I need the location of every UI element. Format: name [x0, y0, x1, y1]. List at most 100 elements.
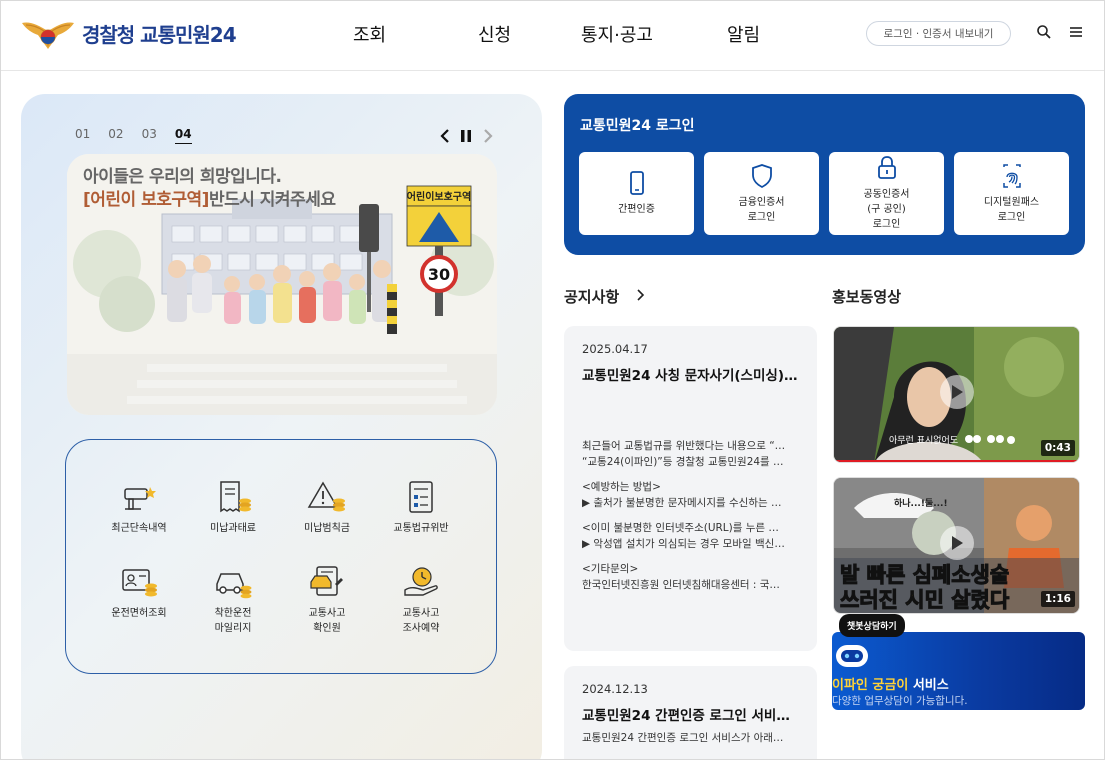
- nav-item-inquiry[interactable]: 조회: [353, 21, 386, 47]
- robot-icon: [836, 645, 868, 667]
- accident-certificate-icon: [310, 566, 343, 596]
- quick-menu-label: 교통사고 조사예약: [402, 608, 440, 634]
- play-icon[interactable]: [940, 526, 974, 560]
- quick-menu-safe-driving-mileage[interactable]: 착한운전 마일리지: [185, 564, 281, 636]
- promo-video-2[interactable]: 하나...!둘...! 발 빠른 심폐소생술 쓰러진 시민 살렸다 1:16: [833, 477, 1080, 614]
- shield-icon: [751, 163, 772, 188]
- notice-body-line: <기타문의>: [582, 563, 639, 575]
- notice-card[interactable]: 2025.04.17 교통민원24 사칭 문자사기(스미싱) 주의 안내 최근들…: [564, 326, 817, 651]
- quick-menu-license-inquiry[interactable]: 운전면허조회: [91, 564, 187, 621]
- joint-cert-login-button[interactable]: 공동인증서 (구 공인) 로그인: [829, 152, 944, 235]
- logo-main-text: 경찰청: [82, 22, 135, 47]
- car-coins-icon: [216, 573, 252, 599]
- chatbot-title-rest: 서비스: [908, 678, 949, 693]
- video-duration: 1:16: [1040, 591, 1075, 607]
- notice-body-line: ▶ 출처가 불분명한 문자메시지를 수신하는 …: [582, 497, 782, 509]
- notice-card[interactable]: 2024.12.13 교통민원24 간편인증 로그인 서비스 안내 교통민원24…: [564, 666, 817, 759]
- search-icon[interactable]: [1036, 24, 1052, 40]
- police-emblem-icon: [22, 22, 74, 49]
- quick-menu-label: 최근단속내역: [111, 523, 167, 534]
- play-triangle-icon: [952, 385, 963, 399]
- quick-menu-label: 미납과태료: [210, 523, 256, 534]
- video-title-line1: 발 빠른 심폐소생술: [840, 563, 1009, 587]
- notice-title: 교통민원24 사칭 문자사기(스미싱) 주의 안내: [582, 368, 799, 384]
- video-title-line2: 쓰러진 시민 살렸다: [840, 588, 1010, 612]
- mobile-phone-icon: [629, 171, 644, 195]
- fingerprint-icon: [1002, 163, 1021, 188]
- calendar-hand-icon: [404, 567, 438, 596]
- camera-enforcement-icon: [124, 487, 156, 510]
- quick-menu-label: 착한운전 마일리지: [214, 608, 252, 634]
- simple-auth-login-button[interactable]: 간편인증: [579, 152, 694, 235]
- chevron-left-icon[interactable]: [437, 127, 453, 145]
- slide-tabs: 01 02 03 04: [75, 127, 192, 144]
- site-logo[interactable]: 경찰청 교통민원24: [20, 15, 237, 51]
- login-button-label: 금융인증서 로그인: [738, 196, 785, 223]
- video-duration: 0:43: [1040, 440, 1075, 456]
- chatbot-title: 이파인 궁금이 서비스: [832, 674, 949, 693]
- notice-body-line: <예방하는 방법>: [582, 481, 661, 493]
- quick-menu-accident-certificate[interactable]: 교통사고 확인원: [279, 564, 375, 636]
- chatbot-bubble[interactable]: 챗봇상담하기: [839, 614, 905, 637]
- site-header: 경찰청 교통민원24 조회 신청 통지·공고 알림 로그인 · 인증서 내보내기: [1, 1, 1104, 71]
- banner-subline: [어린이 보호구역]반드시 지켜주세요: [83, 185, 336, 210]
- lock-icon: [877, 156, 896, 179]
- notice-date: 2024.12.13: [582, 682, 648, 696]
- nav-item-apply[interactable]: 신청: [478, 21, 511, 47]
- chatbot-description: 다양한 업무상담이 가능합니다.: [832, 695, 968, 707]
- notice-body-line: 한국인터넷진흥원 인터넷침해대응센터 : 국…: [582, 579, 780, 591]
- hamburger-menu-icon[interactable]: [1068, 24, 1084, 40]
- page-frame: 경찰청 교통민원24 조회 신청 통지·공고 알림 로그인 · 인증서 내보내기…: [0, 0, 1105, 760]
- chevron-right-icon[interactable]: [480, 127, 496, 145]
- speed-limit-value: 30: [428, 265, 450, 284]
- receipt-coins-icon: [220, 481, 251, 513]
- quick-menu-unpaid-fine[interactable]: 미납과태료: [185, 479, 281, 536]
- nav-item-alerts[interactable]: 알림: [727, 21, 760, 47]
- banner-subline-rest: 반드시 지켜주세요: [208, 190, 336, 210]
- notice-body-line: ▶ 악성앱 설치가 의심되는 경우 모바일 백신…: [582, 538, 785, 550]
- nav-item-notice-announce[interactable]: 통지·공고: [581, 21, 653, 47]
- slide-tab-01[interactable]: 01: [75, 127, 90, 144]
- notice-body-line: 최근들어 교통법규를 위반했다는 내용으로 “…: [582, 440, 786, 452]
- login-button-label: 간편인증: [618, 204, 655, 215]
- login-card: 교통민원24 로그인 간편인증 금융인증서 로그인 공동인증서 (구 공인) 로…: [564, 94, 1085, 255]
- login-button-label: 공동인증서 (구 공인) 로그인: [863, 189, 910, 230]
- promo-banner-image[interactable]: 어린이보호구역 30 아이들은 우리의 희망입니다. [어린이 보호구역]반드시…: [67, 154, 497, 415]
- login-export-button[interactable]: 로그인 · 인증서 내보내기: [866, 21, 1011, 46]
- notice-body-line: 교통민원24 간편인증 로그인 서비스가 아래…: [582, 732, 784, 744]
- video-caption: 아무런 표시없어도: [889, 435, 958, 446]
- notice-body-line: <이미 불분명한 인터넷주소(URL)를 누른 …: [582, 522, 779, 534]
- quick-menu-recent-enforcement[interactable]: 최근단속내역: [91, 479, 187, 536]
- checklist-document-icon: [409, 481, 433, 513]
- pause-icon[interactable]: [458, 127, 474, 145]
- login-button-label: 디지털원패스 로그인: [983, 196, 1040, 223]
- logo-sub-text: 교통민원24: [140, 22, 236, 47]
- play-triangle-icon: [952, 536, 963, 550]
- notice-title: 교통민원24 간편인증 로그인 서비스 안내: [582, 708, 799, 724]
- warning-coins-icon: [307, 481, 345, 512]
- financial-cert-login-button[interactable]: 금융인증서 로그인: [704, 152, 819, 235]
- sign-label: 어린이보호구역: [407, 190, 471, 203]
- notice-date: 2025.04.17: [582, 342, 648, 356]
- banner-subline-highlight: [어린이 보호구역]: [83, 190, 209, 210]
- license-card-icon: [122, 569, 157, 597]
- slide-tab-02[interactable]: 02: [108, 127, 123, 144]
- quick-menu-label: 운전면허조회: [111, 608, 167, 619]
- quick-menu-label: 교통법규위반: [393, 523, 449, 534]
- quick-menu-label: 미납범칙금: [304, 523, 350, 534]
- quick-menu-accident-reservation[interactable]: 교통사고 조사예약: [373, 564, 469, 636]
- quick-menu-traffic-violation[interactable]: 교통법규위반: [373, 479, 469, 536]
- digital-onepass-login-button[interactable]: 디지털원패스 로그인: [954, 152, 1069, 235]
- notice-body-line: “교통24(이파인)”등 경찰청 교통민원24를 …: [582, 456, 784, 468]
- quick-menu-label: 교통사고 확인원: [308, 608, 346, 634]
- promo-video-1[interactable]: 아무런 표시없어도 0:43: [833, 326, 1080, 463]
- quick-menu-box: [65, 439, 497, 674]
- banner-headline: 아이들은 우리의 희망입니다.: [83, 167, 282, 187]
- chatbot-title-highlight: 이파인 궁금이: [832, 678, 909, 693]
- quick-menu-unpaid-penalty[interactable]: 미납범칙금: [279, 479, 375, 536]
- notices-heading: 공지사항: [564, 288, 620, 306]
- chevron-right-icon[interactable]: [633, 288, 647, 302]
- play-icon[interactable]: [940, 375, 974, 409]
- slide-tab-04[interactable]: 04: [174, 127, 192, 144]
- slide-tab-03[interactable]: 03: [142, 127, 157, 144]
